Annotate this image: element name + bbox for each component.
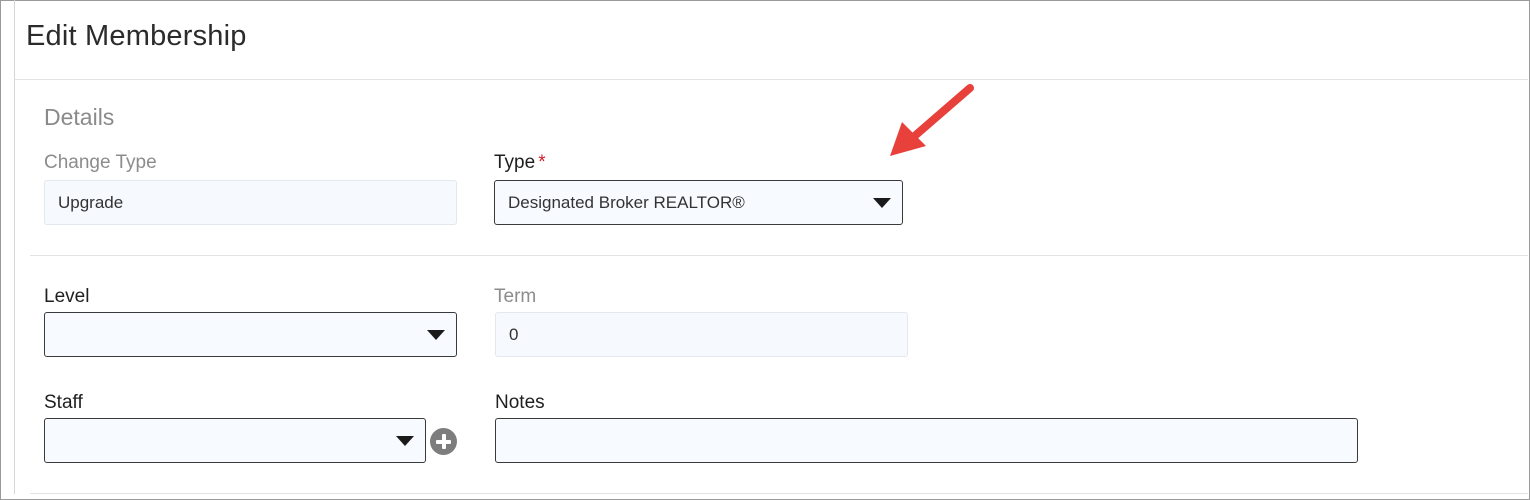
caret-down-icon xyxy=(873,198,891,208)
level-label: Level xyxy=(44,286,90,307)
notes-input[interactable] xyxy=(495,418,1358,463)
caret-down-icon xyxy=(427,330,445,340)
term-value: 0 xyxy=(509,324,519,344)
add-staff-plus-icon[interactable] xyxy=(430,428,457,455)
term-field: 0 xyxy=(495,312,908,357)
section-title-details: Details xyxy=(44,104,115,130)
type-label-text: Type xyxy=(494,152,536,173)
staff-label: Staff xyxy=(44,392,83,413)
change-type-value: Upgrade xyxy=(58,192,124,212)
type-select[interactable]: Designated Broker REALTOR® xyxy=(494,180,903,225)
required-asterisk: * xyxy=(538,152,546,173)
level-select[interactable] xyxy=(44,312,457,357)
term-label: Term xyxy=(494,286,537,307)
type-label: Type * xyxy=(494,152,546,174)
page-title: Edit Membership xyxy=(26,20,247,52)
type-select-value: Designated Broker REALTOR® xyxy=(508,192,745,212)
notes-label: Notes xyxy=(495,392,545,413)
bottom-divider xyxy=(30,493,1528,494)
change-type-field: Upgrade xyxy=(44,180,457,225)
section-divider xyxy=(30,255,1528,256)
change-type-label: Change Type xyxy=(44,152,157,173)
caret-down-icon xyxy=(396,436,414,446)
annotation-arrow-icon xyxy=(890,84,974,156)
staff-select[interactable] xyxy=(44,418,426,463)
